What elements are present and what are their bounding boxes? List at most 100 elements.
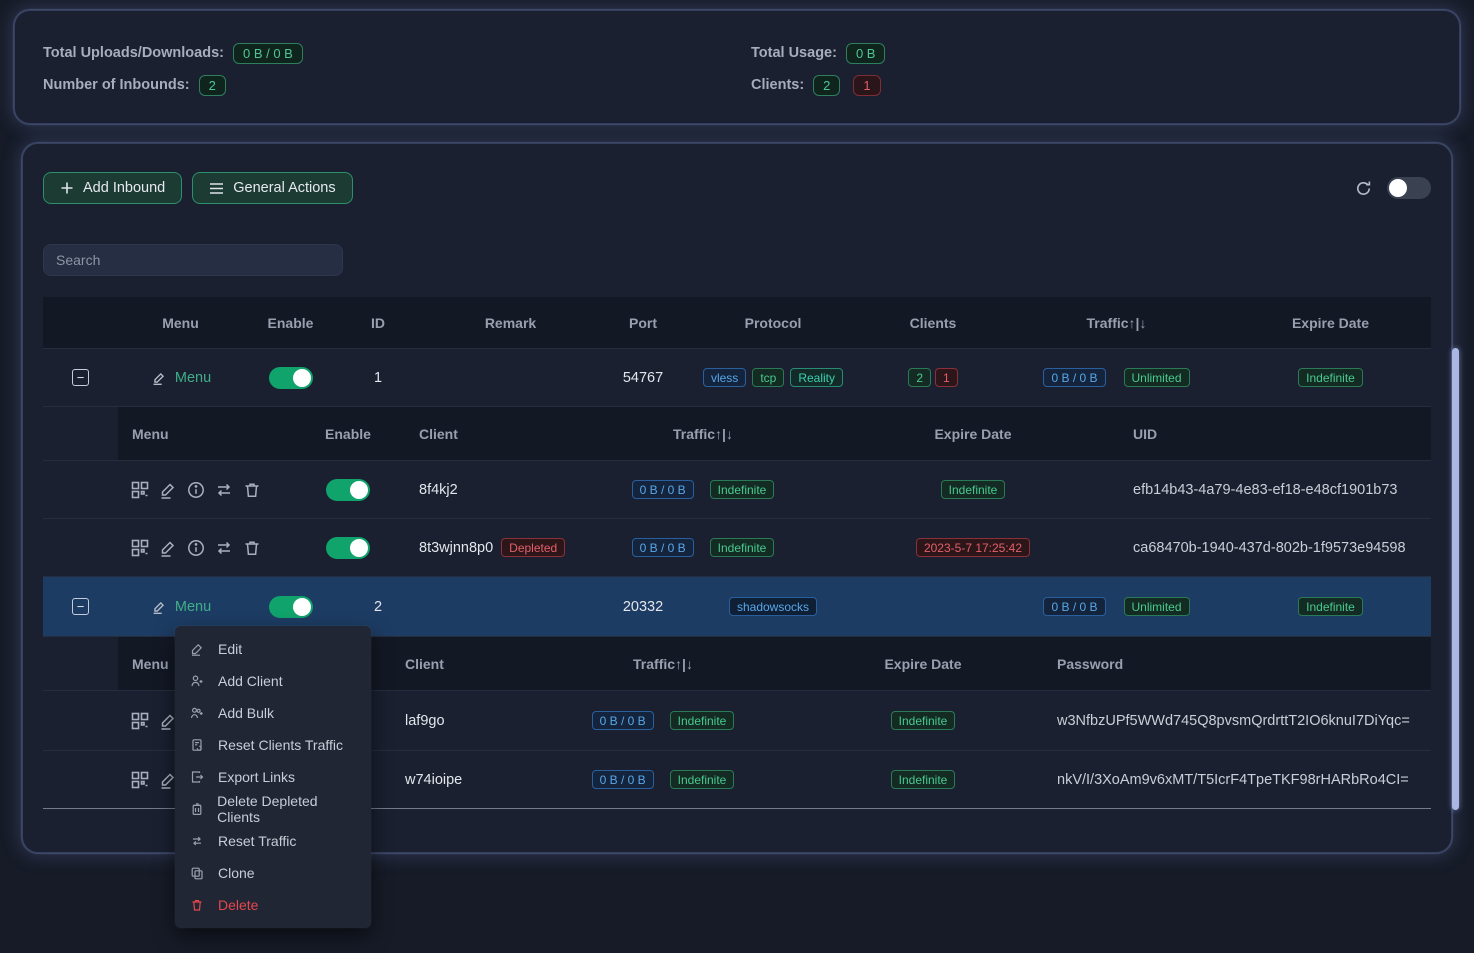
user-add-icon	[190, 674, 205, 688]
inbound-menu-button[interactable]: Menu	[150, 369, 211, 387]
traffic-limit-tag: Indefinite	[670, 770, 735, 789]
inbound-context-menu: Edit Add Client Add Bulk Reset Clients T…	[175, 626, 371, 928]
dark-mode-toggle[interactable]	[1387, 177, 1431, 199]
menu-lines-icon	[209, 182, 224, 195]
context-menu-item-delete-depleted-clients[interactable]: Delete Depleted Clients	[175, 793, 371, 825]
trash-icon[interactable]	[242, 538, 262, 558]
context-menu-item-label: Delete Depleted Clients	[217, 793, 356, 825]
clients-active-tag: 2	[908, 368, 931, 387]
plus-icon	[60, 181, 74, 195]
client-name: laf9go	[393, 691, 533, 750]
stat-label: Total Uploads/Downloads:	[43, 45, 224, 61]
stat-total-usage: Total Usage: 0 B	[751, 37, 1459, 69]
reset-traffic-icon[interactable]	[214, 480, 234, 500]
search-input[interactable]	[43, 244, 343, 276]
edit-icon	[150, 598, 168, 616]
stats-panel: Total Uploads/Downloads: 0 B / 0 B Numbe…	[14, 10, 1460, 124]
header-protocol: Protocol	[683, 297, 863, 348]
header-uid: UID	[1093, 407, 1431, 460]
stat-label: Total Usage:	[751, 45, 837, 61]
context-menu-item-label: Add Client	[218, 673, 283, 689]
stat-value-badge: 0 B / 0 B	[233, 43, 303, 64]
client-enable-toggle[interactable]	[326, 537, 370, 559]
collapse-row-button[interactable]: −	[72, 598, 89, 615]
protocol-tag: vless	[703, 368, 746, 387]
context-menu-item-label: Reset Traffic	[218, 833, 296, 849]
expire-tag: Indefinite	[941, 480, 1006, 499]
traffic-tag: 0 B / 0 B	[1043, 368, 1105, 387]
header-password: Password	[1053, 637, 1431, 690]
context-menu-item-add-client[interactable]: Add Client	[175, 665, 371, 697]
refresh-icon[interactable]	[1354, 179, 1373, 198]
traffic-tag: 0 B / 0 B	[592, 770, 654, 789]
header-menu: Menu	[118, 297, 243, 348]
expire-tag: Indefinite	[1298, 368, 1363, 387]
header-expire-date: Expire Date	[1230, 297, 1431, 348]
inbound-id: 1	[338, 349, 418, 406]
inbound-port: 54767	[603, 349, 683, 406]
context-menu-item-delete[interactable]: Delete	[175, 889, 371, 921]
add-inbound-button[interactable]: Add Inbound	[43, 172, 182, 204]
collapse-row-button[interactable]: −	[72, 369, 89, 386]
traffic-limit-tag: Indefinite	[710, 480, 775, 499]
inbound-enable-toggle[interactable]	[269, 596, 313, 618]
inbounds-table-header: Menu Enable ID Remark Port Protocol Clie…	[43, 297, 1431, 349]
qr-code-icon[interactable]	[130, 538, 150, 558]
traffic-tag: 0 B / 0 B	[1043, 597, 1105, 616]
header-remark: Remark	[418, 297, 603, 348]
context-menu-item-reset-traffic[interactable]: Reset Traffic	[175, 825, 371, 857]
general-actions-label: General Actions	[233, 180, 335, 196]
header-traffic[interactable]: Traffic↑|↓	[553, 407, 853, 460]
header-menu: Menu	[118, 407, 303, 460]
context-menu-item-add-bulk[interactable]: Add Bulk	[175, 697, 371, 729]
edit-icon	[190, 642, 205, 656]
info-icon[interactable]	[186, 480, 206, 500]
stat-value-badge: 0 B	[846, 43, 886, 64]
client-enable-toggle[interactable]	[326, 479, 370, 501]
header-client: Client	[393, 637, 533, 690]
page-scrollbar-thumb[interactable]	[1452, 348, 1459, 810]
trash-icon[interactable]	[242, 480, 262, 500]
inbound-menu-button[interactable]: Menu	[150, 598, 211, 616]
client-password: w3NfbzUPf5WWd745Q8pvsmQrdrttT2IO6knuI7Di…	[1053, 691, 1431, 750]
expire-tag: Indefinite	[1298, 597, 1363, 616]
stat-label: Clients:	[751, 77, 804, 93]
client-uid: ca68470b-1940-437d-802b-1f9573e94598	[1093, 519, 1431, 576]
context-menu-item-reset-clients-traffic[interactable]: Reset Clients Traffic	[175, 729, 371, 761]
trash-icon	[190, 898, 205, 912]
client-name: 8t3wjnn8p0	[419, 540, 493, 556]
context-menu-item-label: Export Links	[218, 769, 295, 785]
context-menu-item-edit[interactable]: Edit	[175, 633, 371, 665]
reset-traffic-icon[interactable]	[214, 538, 234, 558]
context-menu-item-export-links[interactable]: Export Links	[175, 761, 371, 793]
toolbar: Add Inbound General Actions	[43, 172, 1431, 204]
qr-code-icon[interactable]	[130, 711, 150, 731]
clients-active-badge: 2	[813, 75, 840, 96]
traffic-tag: 0 B / 0 B	[632, 480, 694, 499]
qr-code-icon[interactable]	[130, 770, 150, 790]
protocol-tag: shadowsocks	[729, 597, 817, 616]
client-password: nkV/I/3XoAm9v6xMT/T5IcrF4TpeTKF98rHARbRo…	[1053, 751, 1431, 808]
header-expire-date: Expire Date	[793, 637, 1053, 690]
general-actions-button[interactable]: General Actions	[192, 172, 352, 204]
stat-clients: Clients: 2 1	[751, 69, 1459, 101]
context-menu-item-clone[interactable]: Clone	[175, 857, 371, 889]
inbound-remark	[418, 577, 603, 636]
traffic-tag: 0 B / 0 B	[632, 538, 694, 557]
traffic-limit-tag: Unlimited	[1124, 368, 1190, 387]
inbound-row-1: − Menu 1 54767 vless tcp Reality 2	[43, 349, 1431, 407]
header-enable: Enable	[303, 407, 393, 460]
inbound-enable-toggle[interactable]	[269, 367, 313, 389]
client-row-8f4kj2: 8f4kj2 0 B / 0 B Indefinite Indefinite e…	[43, 461, 1431, 519]
edit-icon[interactable]	[158, 538, 178, 558]
edit-icon[interactable]	[158, 480, 178, 500]
header-client: Client	[393, 407, 553, 460]
header-traffic[interactable]: Traffic↑|↓	[533, 637, 793, 690]
header-traffic[interactable]: Traffic↑|↓	[1003, 297, 1230, 348]
qr-code-icon[interactable]	[130, 480, 150, 500]
header-port: Port	[603, 297, 683, 348]
info-icon[interactable]	[186, 538, 206, 558]
context-menu-item-label: Clone	[218, 865, 255, 881]
traffic-tag: 0 B / 0 B	[592, 711, 654, 730]
edit-icon	[150, 369, 168, 387]
